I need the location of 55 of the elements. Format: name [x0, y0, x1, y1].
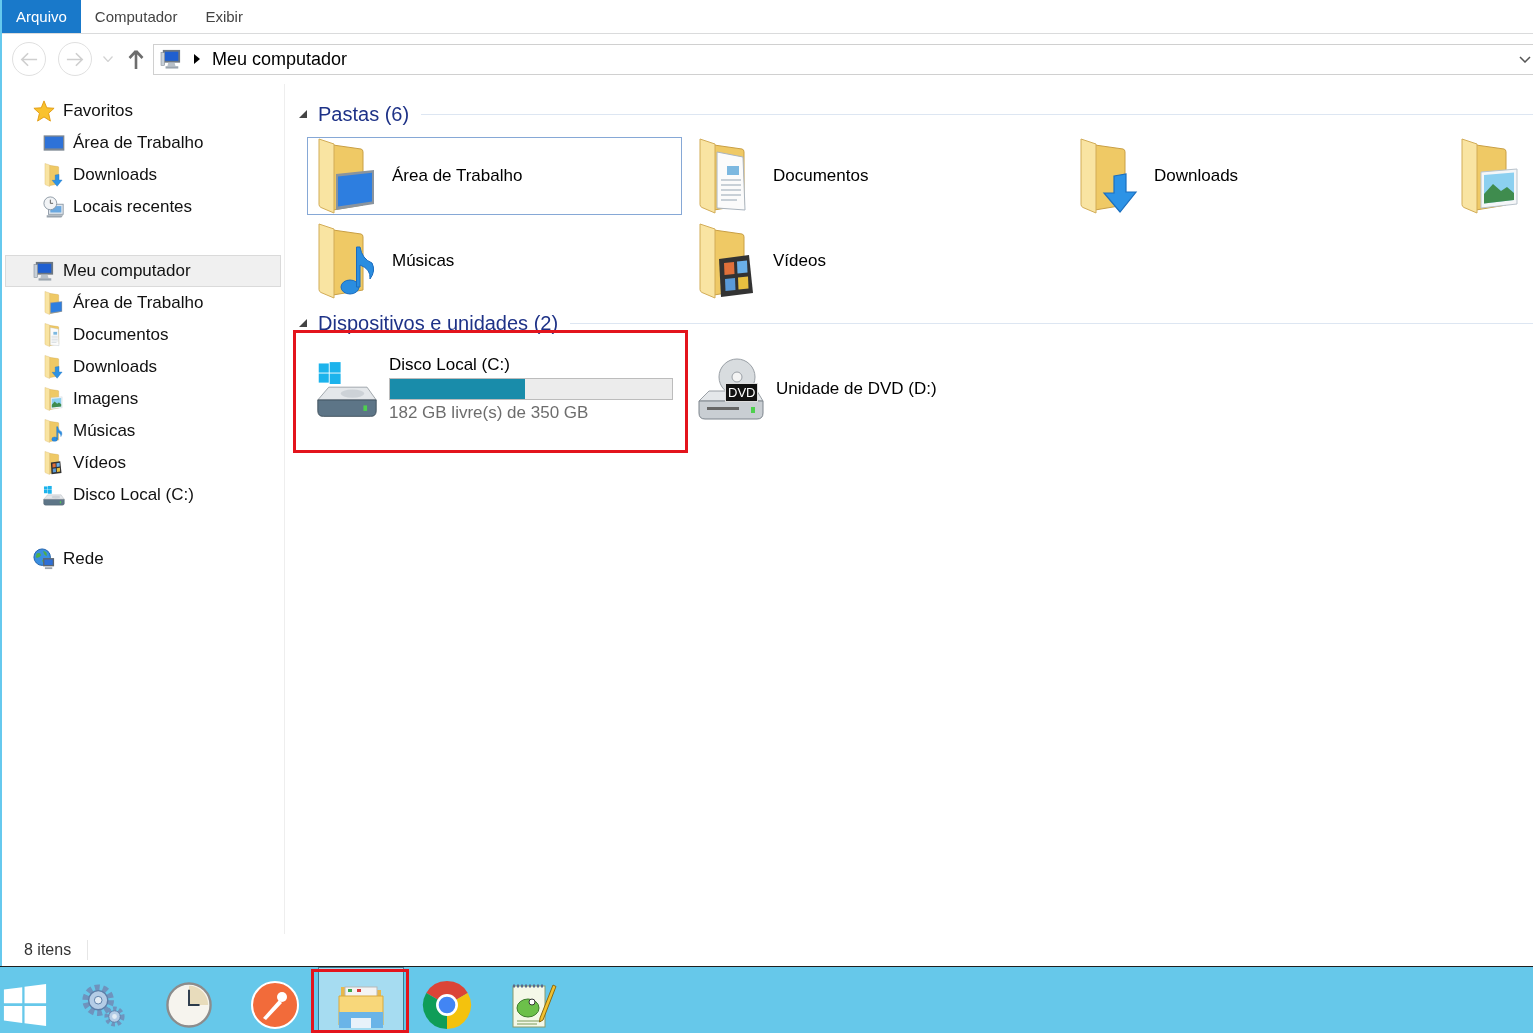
breadcrumb-item[interactable]: Meu computador: [208, 47, 352, 71]
collapse-triangle-icon[interactable]: [299, 110, 307, 118]
computer-icon: [33, 261, 55, 281]
right-arrow-icon: [66, 51, 84, 67]
caret-icon: [103, 56, 113, 62]
breadcrumb-arrow-icon[interactable]: [194, 54, 200, 64]
dropdown-chevron-icon[interactable]: [1519, 55, 1531, 63]
tree-item[interactable]: Meu computador: [5, 255, 281, 287]
downloads-folder-icon: [44, 355, 64, 379]
tree-item[interactable]: Vídeos: [5, 447, 281, 479]
pen-circle-icon: [251, 981, 299, 1029]
drive-badge: DVD: [725, 383, 759, 402]
music-folder-icon: [44, 419, 64, 443]
collapse-triangle-icon[interactable]: [299, 319, 307, 327]
notepad-pencil-icon: [509, 981, 557, 1029]
left-arrow-icon: [20, 51, 38, 67]
monitor-icon: [43, 134, 65, 152]
pictures-folder-icon: [44, 387, 64, 411]
computer-icon: [160, 49, 182, 69]
group-title: Pastas (6): [318, 102, 410, 126]
gears-icon: [80, 982, 126, 1028]
ring-logo-icon: [422, 980, 472, 1030]
clock-icon: [166, 982, 212, 1028]
tree-item[interactable]: Downloads: [5, 351, 281, 383]
tree-item[interactable]: Área de Trabalho: [5, 127, 281, 159]
videos-folder-icon: [44, 451, 64, 475]
drive-icon: [43, 483, 65, 507]
downloads-folder-icon: [44, 163, 64, 187]
tree-item[interactable]: Músicas: [5, 415, 281, 447]
tree-item[interactable]: Disco Local (C:): [5, 479, 281, 511]
tree-item[interactable]: Área de Trabalho: [5, 287, 281, 319]
ribbon-tab[interactable]: Exibir: [191, 0, 257, 33]
windows-logo-icon: [3, 983, 47, 1027]
up-arrow-icon: [128, 49, 144, 69]
tree-item[interactable]: Rede: [5, 543, 281, 575]
folder-item[interactable]: Área de Trabalho: [307, 137, 682, 215]
folder-item[interactable]: Vídeos: [688, 222, 1063, 300]
clock-monitor-icon: [43, 196, 65, 218]
item-count: 8 itens: [24, 940, 72, 960]
tree-item[interactable]: Locais recentes: [5, 191, 281, 223]
tree-item[interactable]: Downloads: [5, 159, 281, 191]
tree-item[interactable]: Documentos: [5, 319, 281, 351]
folder-item[interactable]: Downloads: [1069, 137, 1444, 215]
globe-monitor-icon: [33, 548, 55, 570]
folder-item[interactable]: Documentos: [688, 137, 1063, 215]
tree-item[interactable]: Favoritos: [5, 95, 281, 127]
ribbon-tab[interactable]: Arquivo: [2, 0, 81, 33]
folder-item[interactable]: Músicas: [307, 222, 682, 300]
drive-item[interactable]: DVD Unidade de DVD (D:): [688, 339, 1063, 439]
drive-item[interactable]: Disco Local (C:) 182 GB livre(s) de 350 GB: [307, 339, 682, 439]
address-bar[interactable]: Meu computador: [153, 43, 1533, 75]
ribbon-tab[interactable]: Computador: [80, 0, 192, 33]
tree-item[interactable]: Imagens: [5, 383, 281, 415]
star-icon: [33, 100, 55, 122]
desktop-folder-icon: [44, 291, 64, 315]
